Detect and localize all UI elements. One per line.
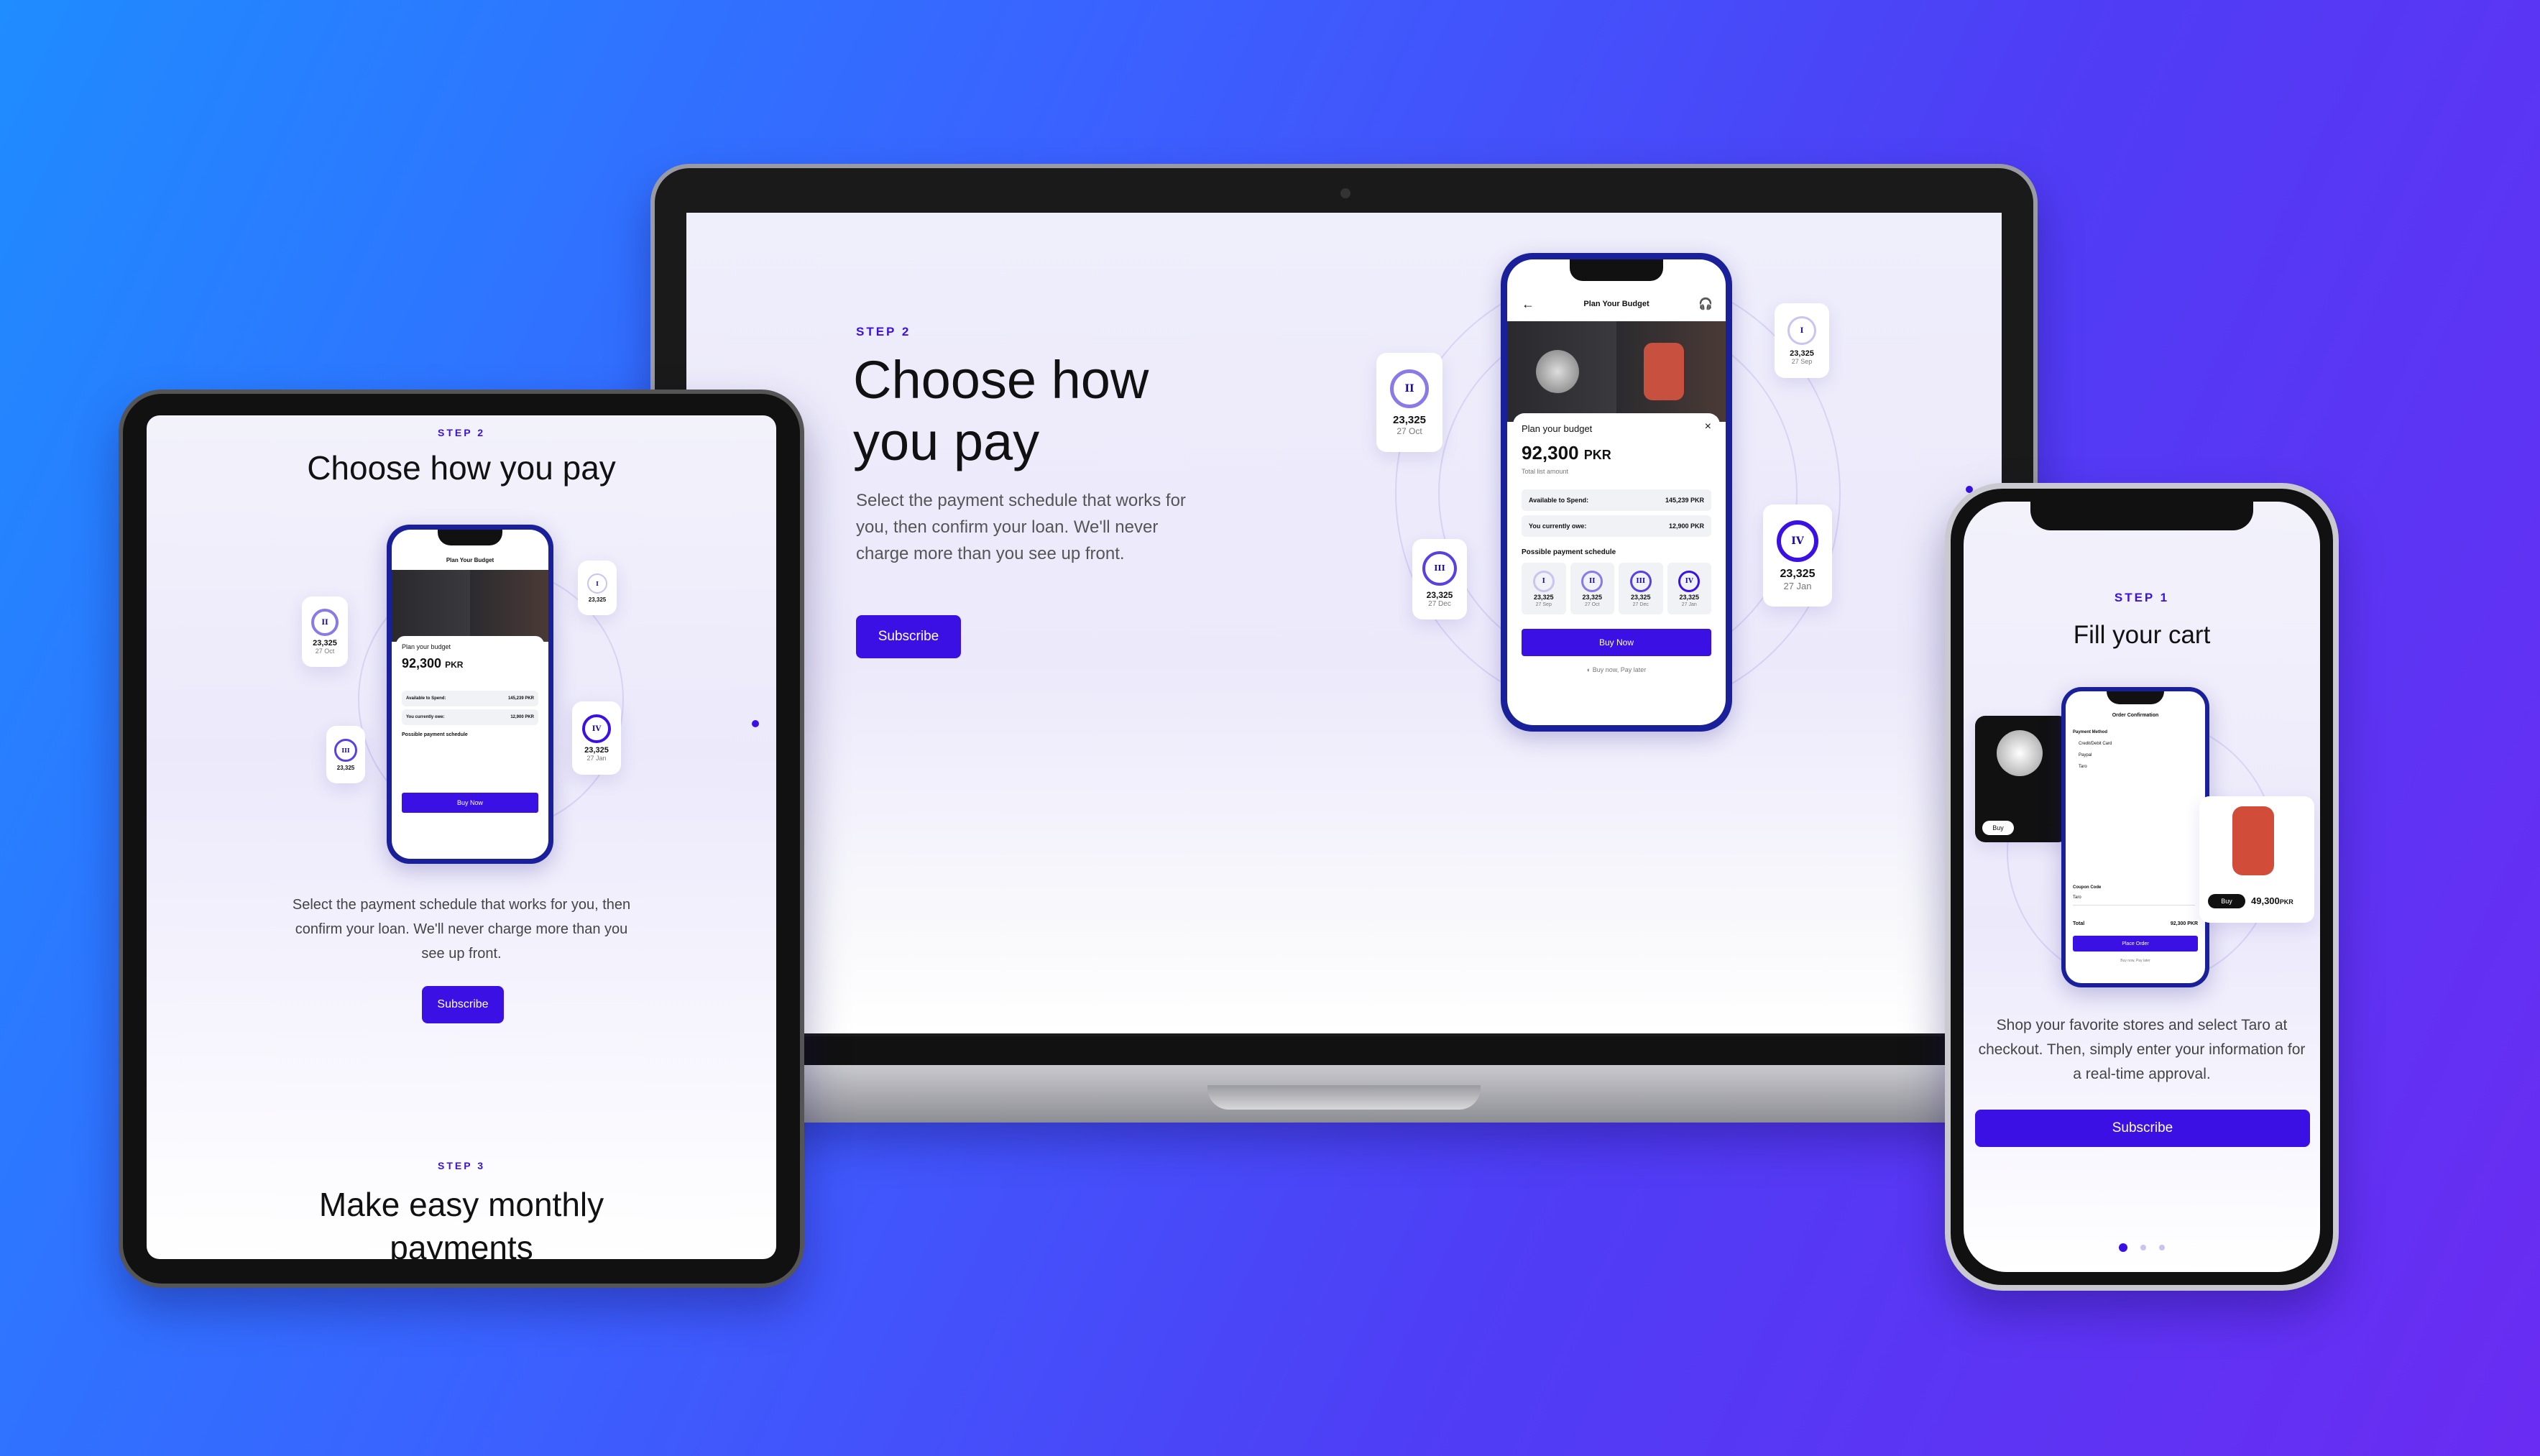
bnpl-label: ◐ Buy now, Pay later	[1586, 666, 1647, 673]
total-row: Total 92,300 PKR	[2073, 921, 2198, 926]
budget-sheet: Plan your budget × 92,300 PKR Total list…	[1513, 413, 1720, 719]
phone-screen: STEP 1 Fill your cart Buy 44,0 Order Con…	[1964, 502, 2320, 1272]
schedule-list: I 23,325 27 Sep II 23,325 27 Oct III 23,…	[1522, 563, 1711, 614]
watch-price: 49,300PKR	[2251, 895, 2293, 906]
plan-label: Plan your budget	[402, 643, 451, 650]
installment-card: IV 23,325 27 Jan	[1763, 504, 1832, 607]
installment-card: III 23,325 27 Dec	[1412, 539, 1467, 619]
budget-sheet: Plan your budget 92,300 PKR Available to…	[396, 636, 544, 854]
installment-card: II 23,325 27 Oct	[302, 596, 348, 667]
airpods-price: 44,0	[2040, 818, 2057, 828]
airpods-image	[1536, 350, 1579, 393]
order-phone-mockup: Order Confirmation Payment Method Credit…	[2061, 687, 2209, 987]
page-title: Fill your cart	[2073, 621, 2211, 649]
step-label: STEP 2	[856, 325, 911, 338]
description: Select the payment schedule that works f…	[292, 897, 631, 962]
page-title: Choose how you pay	[307, 449, 616, 487]
buy-button[interactable]: Buy	[2208, 894, 2245, 908]
budget-header: Plan Your Budget	[446, 557, 494, 563]
step-label: STEP 2	[438, 427, 485, 438]
pagination-dot-active[interactable]	[2119, 1243, 2127, 1252]
schedule-item[interactable]: II 23,325 27 Oct	[1570, 563, 1614, 614]
subscribe-button[interactable]: Subscribe	[856, 615, 961, 658]
schedule-item[interactable]: I 23,325 27 Sep	[1522, 563, 1566, 614]
pagination-dot[interactable]	[752, 720, 759, 727]
schedule-item[interactable]: IV 23,325 27 Jan	[1667, 563, 1711, 614]
product-images	[1507, 321, 1726, 422]
page-title: Choose how you pay	[853, 350, 1149, 471]
step-label: STEP 1	[2114, 591, 2170, 604]
buy-button[interactable]: Buy	[1982, 821, 2014, 835]
coupon-input[interactable]: Taro	[2073, 895, 2195, 906]
installment-card: II 23,325 27 Oct	[1376, 353, 1442, 452]
payment-method-label: Payment Method	[2073, 730, 2108, 734]
installment-card: IV 23,325 27 Jan	[572, 701, 621, 775]
owe-row: You currently owe: 12,900 PKR	[402, 709, 538, 725]
phone-notch	[1570, 259, 1663, 281]
laptop-hinge-notch	[1207, 1085, 1481, 1110]
budget-amount: 92,300 PKR	[402, 656, 464, 671]
budget-header: Plan Your Budget	[1583, 300, 1649, 308]
available-row: Available to Spend: 145,239 PKR	[1522, 489, 1711, 511]
phone-notch	[2030, 502, 2253, 530]
laptop-camera	[1340, 188, 1350, 198]
subscribe-button[interactable]: Subscribe	[422, 986, 504, 1023]
description: Select the payment schedule that works f…	[856, 491, 1186, 563]
subscribe-button[interactable]: Subscribe	[1975, 1110, 2310, 1147]
payment-option[interactable]: Taro	[2079, 765, 2087, 769]
laptop-bottom-bezel	[650, 1036, 2038, 1065]
installment-ring: III	[1629, 570, 1652, 592]
tablet-screen: STEP 2 Choose how you pay Plan Your Budg…	[147, 415, 776, 1259]
available-row: Available to Spend: 145,239 PKR	[402, 691, 538, 706]
close-icon[interactable]: ×	[1705, 420, 1711, 433]
pagination-dot[interactable]	[2140, 1245, 2146, 1250]
watch-image	[1644, 343, 1684, 400]
plan-label: Plan your budget	[1522, 423, 1593, 434]
payment-option[interactable]: Paypal	[2079, 753, 2092, 757]
watch-image	[2232, 806, 2274, 875]
laptop-screen: STEP 2 Choose how you pay Select the pay…	[686, 213, 2002, 1033]
airpods-image	[1997, 730, 2043, 776]
schedule-label: Possible payment schedule	[402, 732, 468, 737]
installment-card: I 23,325 27 Sep	[1775, 303, 1829, 378]
order-header: Order Confirmation	[2112, 713, 2159, 718]
schedule-item[interactable]: III 23,325 27 Dec	[1619, 563, 1663, 614]
installment-ring: II	[1581, 570, 1603, 592]
description: Shop your favorite stores and select Tar…	[1978, 1017, 2306, 1082]
buy-now-button[interactable]: Buy Now	[402, 793, 538, 813]
headphones-icon[interactable]: 🎧	[1698, 297, 1713, 311]
coupon-label: Coupon Code	[2073, 885, 2102, 890]
total-label: Total list amount	[1522, 468, 1569, 475]
watch-card: Buy 49,300PKR	[2199, 796, 2314, 923]
bnpl-label: Buy now, Pay later	[2120, 959, 2150, 963]
installment-card: I 23,325	[578, 561, 617, 615]
pagination-dots	[1964, 1243, 2320, 1252]
installment-card: III 23,325	[326, 726, 365, 783]
installment-ring: IV	[1678, 570, 1701, 592]
buy-now-button[interactable]: Buy Now	[1522, 629, 1711, 656]
place-order-button[interactable]: Place Order	[2073, 936, 2198, 952]
installment-ring: I	[1532, 570, 1555, 592]
owe-row: You currently owe: 12,900 PKR	[1522, 515, 1711, 537]
pagination-dot[interactable]	[2159, 1245, 2165, 1250]
budget-phone-mockup: ← Plan Your Budget 🎧 Plan your budget × …	[1501, 253, 1732, 732]
budget-amount: 92,300 PKR	[1522, 442, 1611, 464]
step-label: STEP 3	[438, 1160, 485, 1171]
schedule-label: Possible payment schedule	[1522, 548, 1616, 556]
product-images	[392, 570, 548, 642]
budget-phone-mockup: Plan Your Budget Plan your budget 92,300…	[387, 525, 553, 864]
section-title: Make easy monthly payments	[318, 1186, 604, 1259]
payment-option[interactable]: Credit/Debit Card	[2079, 742, 2112, 746]
